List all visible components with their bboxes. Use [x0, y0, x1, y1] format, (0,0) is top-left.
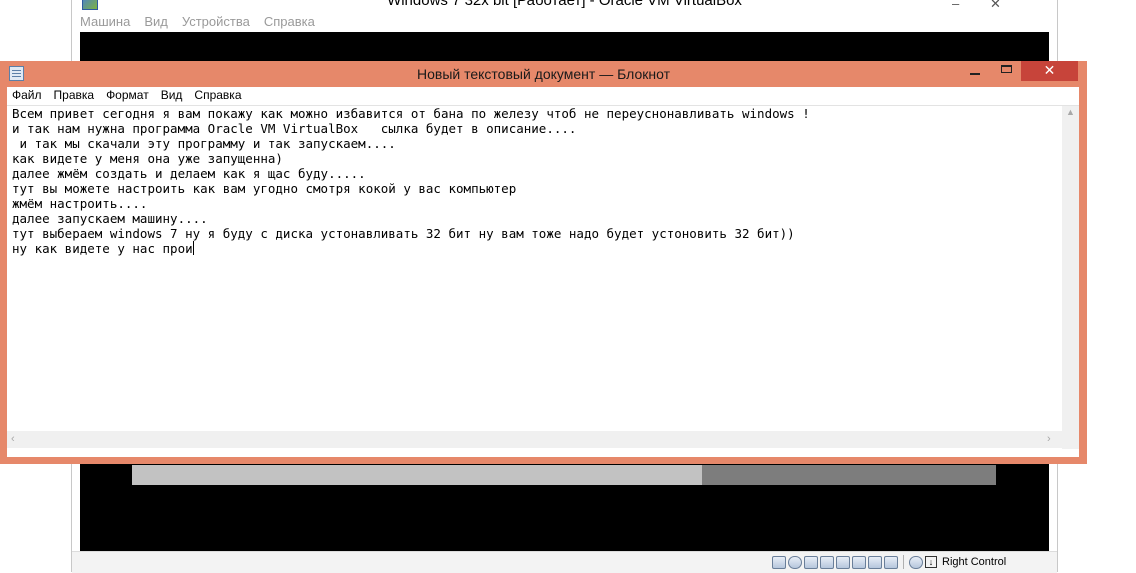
close-button[interactable]: ✕ [1021, 61, 1078, 81]
menu-edit[interactable]: Правка [54, 87, 95, 105]
vbox-statusbar: ↓ Right Control [72, 551, 1057, 573]
hard-disk-icon[interactable] [772, 555, 786, 569]
menu-view[interactable]: Вид [161, 87, 183, 105]
vm-boot-progress-bar [132, 465, 996, 485]
vbox-titlebar[interactable]: Windows 7 32x bit [Работает] - Oracle VM… [72, 0, 1057, 12]
text-line-1: Всем привет сегодня я вам покажу как мож… [12, 106, 810, 121]
text-line-2: и так нам нужна программа Oracle VM Virt… [12, 121, 577, 136]
text-line-5: далее жмём создать и делаем как я щас бу… [12, 166, 366, 181]
text-line-7: жмём настроить.... [12, 196, 148, 211]
text-line-3: и так мы скачали эту программу и так зап… [12, 136, 396, 151]
scroll-up-arrow-icon[interactable]: ▲ [1062, 107, 1079, 117]
notepad-titlebar[interactable]: Новый текстовый документ — Блокнот ✕ [0, 61, 1087, 87]
vbox-menu-view[interactable]: Вид [144, 14, 168, 32]
maximize-button[interactable] [994, 61, 1020, 81]
mouse-integration-icon[interactable] [909, 555, 923, 569]
host-key-arrow-icon: ↓ [925, 556, 937, 568]
close-icon: ✕ [1043, 62, 1056, 78]
optical-drive-icon[interactable] [788, 555, 802, 569]
vbox-menubar: Машина Вид Устройства Справка [80, 14, 329, 32]
text-line-6: тут вы можете настроить как вам угодно с… [12, 181, 517, 196]
vertical-scrollbar[interactable]: ▲ ▼ [1062, 106, 1079, 449]
host-key-label: Right Control [942, 556, 1007, 568]
scroll-left-arrow-icon[interactable]: ‹ [11, 433, 15, 445]
text-line-10: ну как видете у нас прои [12, 241, 193, 256]
status-separator [903, 555, 904, 569]
vbox-menu-machine[interactable]: Машина [80, 14, 130, 32]
minimize-button[interactable] [962, 61, 988, 81]
text-line-4: как видете у меня она уже запущенна) [12, 151, 283, 166]
text-line-8: далее запускаем машину.... [12, 211, 208, 226]
menu-file[interactable]: Файл [12, 87, 42, 105]
shared-folders-icon[interactable] [836, 555, 850, 569]
display-icon[interactable] [852, 555, 866, 569]
usb-icon[interactable] [804, 555, 818, 569]
video-capture-icon[interactable] [868, 555, 882, 569]
notepad-client-area: Файл Правка Формат Вид Справка Всем прив… [7, 87, 1079, 457]
text-caret [192, 241, 194, 255]
notepad-window-title: Новый текстовый документ — Блокнот [417, 66, 670, 82]
scroll-right-arrow-icon[interactable]: › [1047, 433, 1051, 445]
size-grip[interactable] [1062, 431, 1079, 448]
menu-help[interactable]: Справка [194, 87, 241, 105]
notepad-menubar: Файл Правка Формат Вид Справка [7, 87, 1079, 105]
horizontal-scrollbar[interactable]: ‹ › [7, 431, 1062, 448]
vm-boot-progress-fill [132, 465, 703, 485]
document-text[interactable]: Всем привет сегодня я вам покажу как мож… [12, 106, 1052, 436]
vbox-menu-help[interactable]: Справка [264, 14, 315, 32]
vbox-window-title: Windows 7 32x bit [Работает] - Oracle VM… [387, 0, 742, 9]
text-editor-area[interactable]: Всем привет сегодня я вам покажу как мож… [7, 105, 1079, 449]
menu-format[interactable]: Формат [106, 87, 149, 105]
network-icon[interactable] [820, 555, 834, 569]
vbox-minimize-icon[interactable]: ‒ [952, 0, 959, 11]
notepad-window: Новый текстовый документ — Блокнот ✕ Фай… [0, 61, 1087, 464]
virtualization-icon[interactable] [884, 555, 898, 569]
vbox-menu-devices[interactable]: Устройства [182, 14, 250, 32]
vbox-close-icon[interactable]: ✕ [990, 0, 1001, 12]
text-line-9: тут выбераем windows 7 ну я буду с диска… [12, 226, 795, 241]
